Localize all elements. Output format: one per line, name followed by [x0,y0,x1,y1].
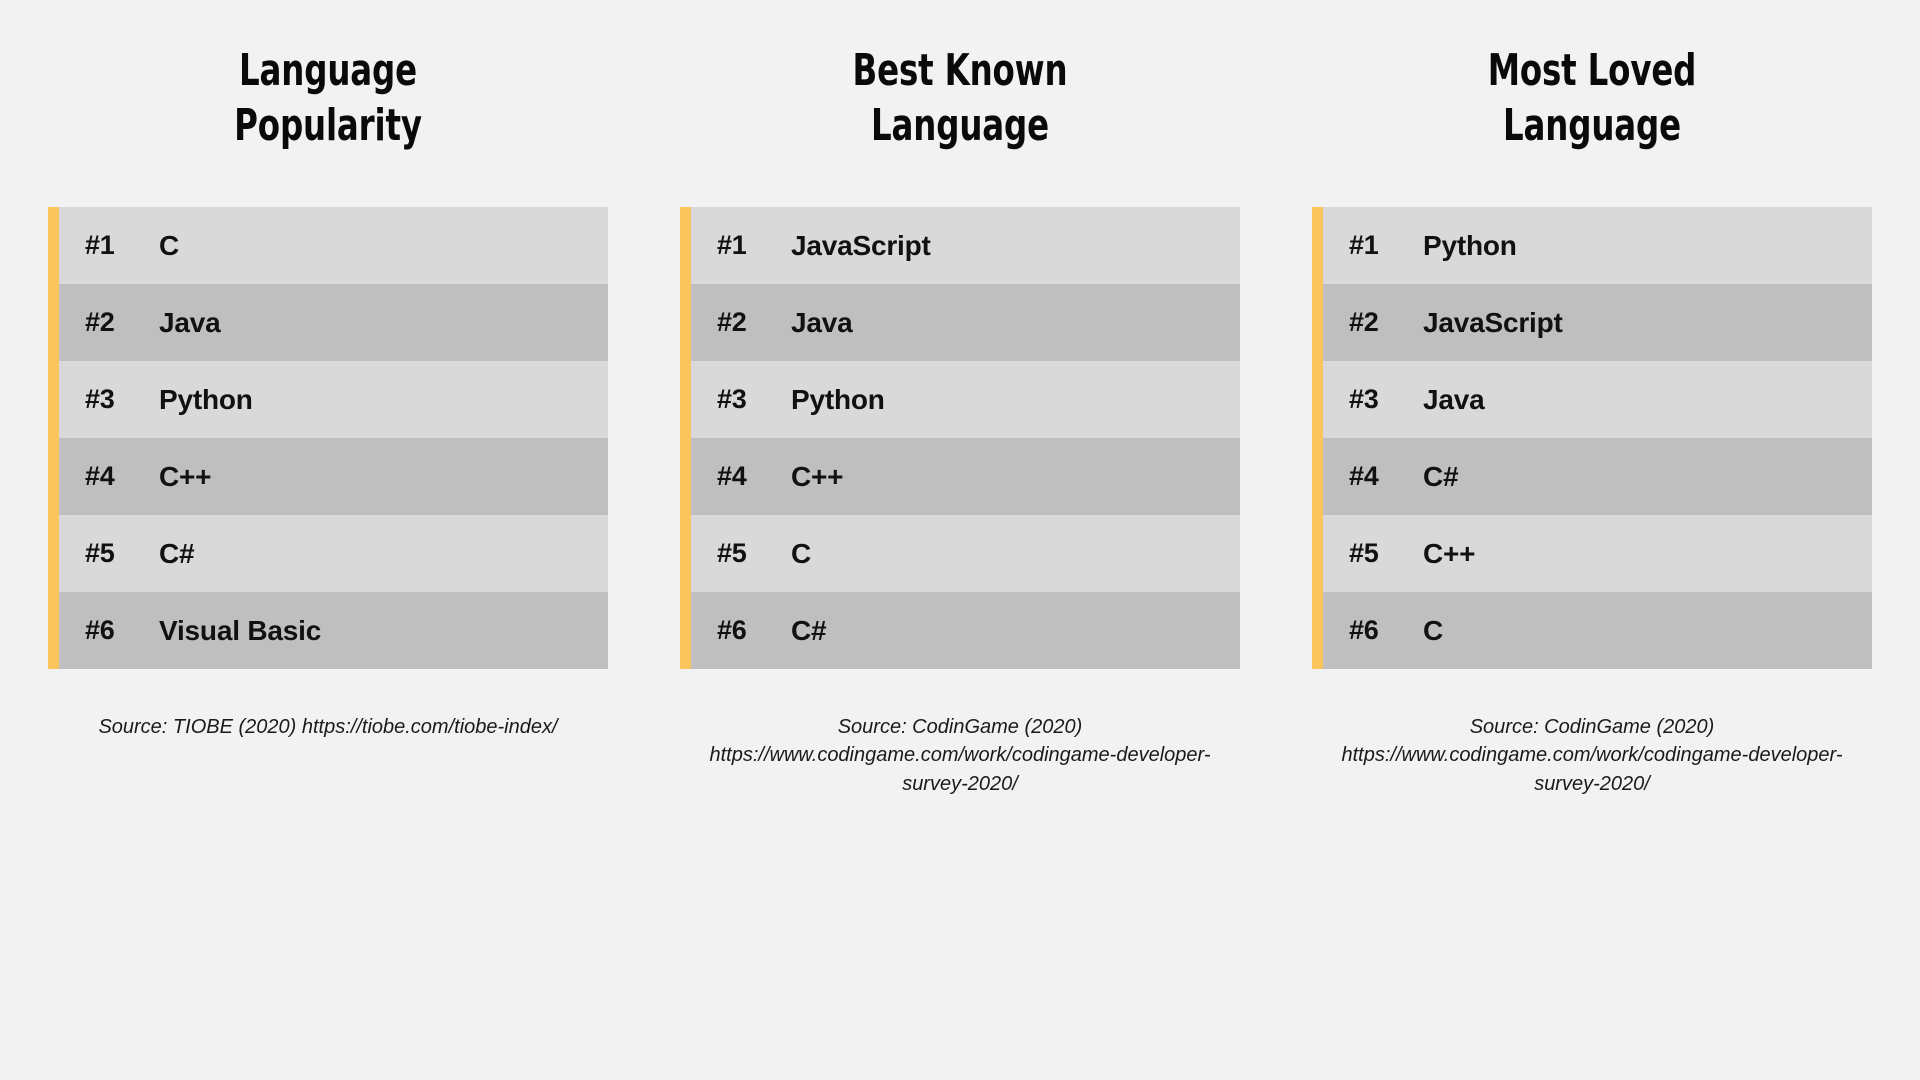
language-name: C [1423,614,1444,646]
panel-best-known-language: Best Known Language #1 JavaScript #2 Jav… [680,0,1240,1080]
rank-number: #5 [717,538,747,568]
rank-number: #2 [1349,307,1379,337]
language-name: Visual Basic [159,614,322,646]
rank-list: #1 C #2 Java #3 Python #4 C++ #5 C# #6 V… [48,207,608,669]
source-caption: Source: CodinGame (2020) https://www.cod… [709,716,1211,795]
source-caption: Source: CodinGame (2020) https://www.cod… [1341,716,1843,795]
panel-title: Most Loved Language [1487,45,1697,151]
table-row: #2 Java [59,284,608,361]
language-name: JavaScript [791,229,931,261]
table-row: #5 C++ [1323,515,1872,592]
rank-list: #1 Python #2 JavaScript #3 Java #4 C# #5… [1312,207,1872,669]
table-row: #5 C [691,515,1240,592]
rank-number: #4 [1349,461,1379,491]
table-row: #1 JavaScript [691,207,1240,284]
language-name: C# [1423,460,1459,492]
panel-most-loved-language: Most Loved Language #1 Python #2 JavaScr… [1312,0,1872,1080]
panel-language-popularity: Language Popularity #1 C #2 Java #3 Pyth… [48,0,608,1080]
rank-number: #2 [85,307,115,337]
table-row: #3 Java [1323,361,1872,438]
panel-title: Best Known Language [852,45,1068,151]
rank-number: #4 [85,461,115,491]
panel-title: Language Popularity [234,45,422,151]
language-name: C++ [1423,537,1476,569]
table-row: #3 Python [59,361,608,438]
language-name: Python [159,383,253,415]
table-row: #3 Python [691,361,1240,438]
rank-number: #1 [85,230,115,260]
rank-number: #3 [85,384,115,414]
rank-number: #1 [717,230,747,260]
table-row: #2 Java [691,284,1240,361]
language-name: C# [159,537,195,569]
rank-number: #5 [85,538,115,568]
rank-number: #4 [717,461,747,491]
rankings-board: Language Popularity #1 C #2 Java #3 Pyth… [0,0,1920,1080]
language-name: C# [791,614,827,646]
language-name: JavaScript [1423,306,1563,338]
table-row: #6 C [1323,592,1872,669]
table-row: #4 C# [1323,438,1872,515]
rank-number: #3 [717,384,747,414]
table-row: #4 C++ [59,438,608,515]
table-row: #6 Visual Basic [59,592,608,669]
language-name: Python [791,383,885,415]
table-row: #4 C++ [691,438,1240,515]
rank-number: #6 [717,615,747,645]
source-caption: Source: TIOBE (2020) https://tiobe.com/t… [98,716,558,738]
rank-number: #2 [717,307,747,337]
table-row: #2 JavaScript [1323,284,1872,361]
rank-number: #6 [1349,615,1379,645]
rank-list: #1 JavaScript #2 Java #3 Python #4 C++ #… [680,207,1240,669]
language-name: Python [1423,229,1517,261]
language-name: C++ [791,460,844,492]
language-name: Java [1423,383,1485,415]
language-name: C [791,537,812,569]
language-name: Java [159,306,221,338]
table-row: #1 C [59,207,608,284]
table-row: #1 Python [1323,207,1872,284]
rank-number: #5 [1349,538,1379,568]
language-name: Java [791,306,853,338]
table-row: #6 C# [691,592,1240,669]
rank-number: #6 [85,615,115,645]
table-row: #5 C# [59,515,608,592]
rank-number: #3 [1349,384,1379,414]
language-name: C [159,229,180,261]
language-name: C++ [159,460,212,492]
rank-number: #1 [1349,230,1379,260]
